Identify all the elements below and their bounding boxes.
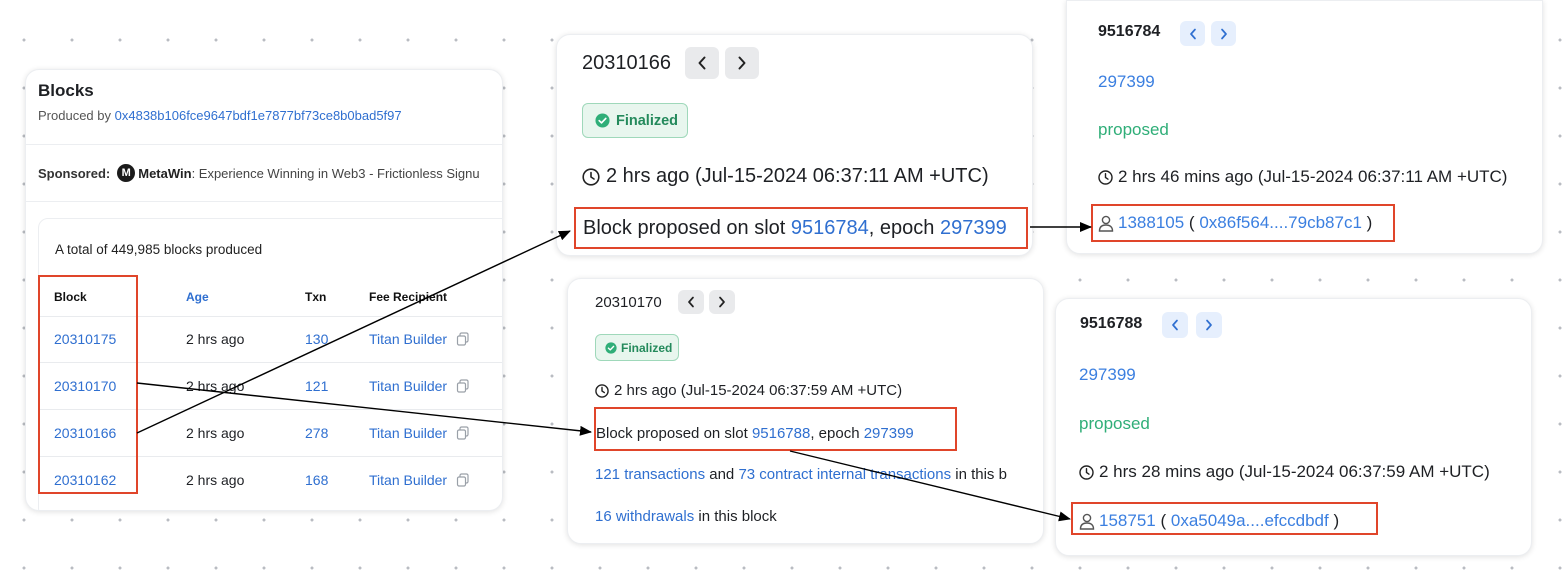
withdrawals-suffix: in this block (694, 508, 777, 525)
slot-time-text: 2 hrs 28 mins ago (Jul-15-2024 06:37:59 … (1099, 462, 1490, 481)
epoch-link[interactable]: 297399 (1098, 72, 1155, 92)
finalized-text: Finalized (621, 340, 673, 355)
txn-count-link[interactable]: 168 (305, 472, 328, 488)
blocks-title: Blocks (38, 81, 94, 100)
clock-icon (1098, 169, 1113, 185)
clock-icon (595, 383, 609, 398)
block-time: 2 hrs ago (Jul-15-2024 06:37:59 AM +UTC) (595, 382, 902, 399)
next-block-button[interactable] (725, 47, 759, 79)
txn-count-link[interactable]: 278 (305, 425, 328, 441)
proposer-highlight (1091, 204, 1395, 242)
copy-icon[interactable] (456, 473, 470, 492)
prev-block-button[interactable] (678, 290, 704, 314)
producer-address-link[interactable]: 0x4838b106fce9647bdf1e7877bf73ce8b0bad5f… (115, 108, 402, 123)
copy-icon[interactable] (456, 332, 470, 351)
slot-number: 9516788 (1080, 315, 1143, 332)
sponsored-line: Sponsored: M MetaWin : Experience Winnin… (38, 164, 480, 182)
check-circle-icon (595, 113, 610, 128)
metawin-logo-icon: M (117, 164, 136, 182)
prev-slot-button[interactable] (1162, 312, 1188, 338)
block-age: 2 hrs ago (186, 472, 245, 488)
txn-count-link[interactable]: 121 (305, 378, 328, 394)
proposed-line-highlight (594, 407, 957, 451)
total-blocks-text: A total of 449,985 blocks produced (55, 242, 263, 257)
transactions-suffix: in this b (951, 466, 1007, 483)
withdrawals-link[interactable]: 16 withdrawals (595, 508, 694, 525)
transactions-line: 121 transactions and 73 contract interna… (595, 466, 1043, 483)
block-time-text: 2 hrs ago (Jul-15-2024 06:37:59 AM +UTC) (614, 382, 903, 399)
next-slot-button[interactable] (1211, 21, 1236, 46)
withdrawals-line: 16 withdrawals in this block (595, 508, 777, 525)
internal-transactions-link[interactable]: 73 contract internal transactions (738, 466, 951, 483)
slot-time: 2 hrs 28 mins ago (Jul-15-2024 06:37:59 … (1079, 462, 1490, 482)
block-time: 2 hrs ago (Jul-15-2024 06:37:11 AM +UTC) (582, 165, 989, 188)
divider (26, 144, 502, 145)
epoch-link[interactable]: 297399 (1079, 365, 1136, 385)
sponsored-label: Sponsored: (38, 165, 111, 181)
produced-by-line: Produced by 0x4838b106fce9647bdf1e7877bf… (38, 108, 402, 123)
proposed-line-highlight (574, 207, 1028, 249)
check-circle-icon (605, 341, 617, 354)
block-column-highlight (38, 275, 138, 494)
sponsor-name[interactable]: MetaWin (138, 166, 191, 181)
copy-icon[interactable] (456, 426, 470, 445)
prev-slot-button[interactable] (1180, 21, 1205, 46)
block-number: 20310170 (595, 294, 662, 311)
block-number: 20310166 (582, 52, 671, 74)
fee-recipient-link[interactable]: Titan Builder (369, 378, 447, 394)
slot-status: proposed (1079, 414, 1150, 433)
sponsor-text[interactable]: : Experience Winning in Web3 - Frictionl… (192, 166, 480, 181)
clock-icon (582, 167, 600, 186)
finalized-badge: Finalized (595, 334, 679, 361)
block-age: 2 hrs ago (186, 331, 245, 347)
next-block-button[interactable] (709, 290, 735, 314)
transactions-link[interactable]: 121 transactions (595, 466, 705, 483)
block-age: 2 hrs ago (186, 425, 245, 441)
finalized-text: Finalized (616, 112, 679, 129)
column-header-age[interactable]: Age (186, 290, 209, 304)
slot-number: 9516784 (1098, 23, 1161, 40)
column-header-txn: Txn (305, 290, 327, 304)
finalized-badge: Finalized (582, 103, 688, 138)
and-text: and (705, 466, 739, 483)
divider (26, 201, 502, 202)
column-header-fee-recipient: Fee Recipient (369, 290, 448, 304)
slot-time-text: 2 hrs 46 mins ago (Jul-15-2024 06:37:11 … (1118, 167, 1508, 186)
txn-count-link[interactable]: 130 (305, 331, 328, 347)
fee-recipient-link[interactable]: Titan Builder (369, 331, 447, 347)
fee-recipient-link[interactable]: Titan Builder (369, 472, 447, 488)
clock-icon (1079, 464, 1094, 480)
prev-block-button[interactable] (685, 47, 719, 79)
block-age: 2 hrs ago (186, 378, 245, 394)
block-time-text: 2 hrs ago (Jul-15-2024 06:37:11 AM +UTC) (606, 165, 989, 187)
fee-recipient-link[interactable]: Titan Builder (369, 425, 447, 441)
proposer-highlight (1071, 502, 1378, 535)
copy-icon[interactable] (456, 379, 470, 398)
slot-time: 2 hrs 46 mins ago (Jul-15-2024 06:37:11 … (1098, 167, 1507, 187)
next-slot-button[interactable] (1196, 312, 1222, 338)
produced-by-label: Produced by (38, 108, 111, 123)
slot-status: proposed (1098, 120, 1169, 139)
